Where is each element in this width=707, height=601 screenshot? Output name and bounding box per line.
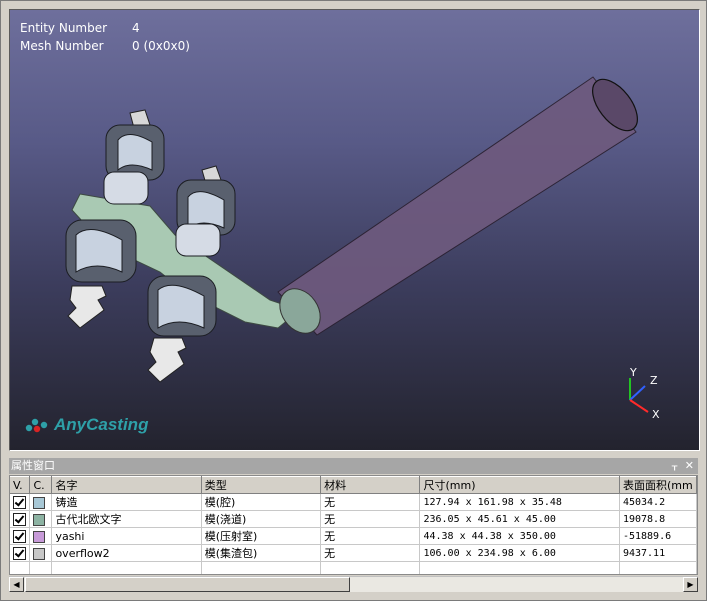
properties-table: V. C. 名字 类型 材料 尺寸(mm) 表面面积(mm 铸造 模(腔) 无 127… (9, 475, 698, 575)
table-row[interactable]: 古代北欧文字 模(浇道) 无 236.05 x 45.61 x 45.00 19078.… (10, 510, 697, 528)
color-swatch[interactable] (29, 493, 53, 511)
col-header-size[interactable]: 尺寸(mm) (419, 476, 620, 494)
row-material: 无 (320, 527, 421, 545)
checkbox-icon[interactable] (13, 512, 26, 526)
row-material: 无 (320, 493, 421, 511)
color-swatch[interactable] (29, 510, 53, 528)
close-icon[interactable]: ✕ (685, 459, 694, 472)
row-area: 19078.8 (619, 510, 697, 528)
col-header-visible[interactable]: V. (10, 476, 31, 494)
empty-cell (29, 561, 53, 574)
cavity-2 (175, 165, 236, 257)
empty-cell (201, 561, 322, 574)
visible-checkbox[interactable] (10, 527, 31, 545)
mesh-number-label: Mesh Number (20, 39, 104, 53)
col-header-material[interactable]: 材料 (320, 476, 421, 494)
color-swatch[interactable] (29, 527, 53, 545)
brand-name: AnyCasting (54, 415, 149, 434)
empty-cell (419, 561, 620, 574)
casting-model-scene[interactable]: Y Z X (10, 10, 699, 450)
axis-gizmo: Y Z X (629, 366, 660, 421)
row-name: yashi (51, 527, 202, 545)
row-name: 古代北欧文字 (51, 510, 202, 528)
empty-row (10, 561, 697, 574)
logo-dots-icon (25, 418, 48, 433)
col-header-type[interactable]: 类型 (201, 476, 322, 494)
sprue-cylinder (277, 76, 637, 336)
row-type: 模(压射室) (201, 527, 322, 545)
empty-cell (619, 561, 697, 574)
3d-viewport[interactable]: Y Z X Entity Number 4 Mesh Number 0 (0x0x0… (9, 9, 700, 451)
row-size: 106.00 x 234.98 x 6.00 (419, 544, 620, 562)
app-window: Y Z X Entity Number 4 Mesh Number 0 (0x0x0… (0, 0, 707, 601)
entity-number-value: 4 (132, 21, 140, 35)
properties-panel: 属性窗口 ᚁ ✕ V. C. 名字 类型 材料 尺寸(mm) 表面面积(mm 铸… (9, 458, 698, 592)
row-size: 44.38 x 44.38 x 350.00 (419, 527, 620, 545)
empty-cell (51, 561, 202, 574)
row-name: 铸造 (51, 493, 202, 511)
mesh-number-row: Mesh Number 0 (0x0x0) (20, 39, 190, 53)
row-type: 模(浇道) (201, 510, 322, 528)
pin-icon[interactable]: ᚁ (672, 459, 677, 472)
row-size: 236.05 x 45.61 x 45.00 (419, 510, 620, 528)
cavity-3 (65, 219, 137, 329)
color-swatch[interactable] (33, 530, 46, 543)
col-header-name[interactable]: 名字 (51, 476, 202, 494)
properties-panel-titlebar: 属性窗口 ᚁ ✕ (9, 458, 698, 474)
empty-cell (10, 561, 31, 574)
cavity-1 (103, 109, 165, 205)
row-area: -51889.6 (619, 527, 697, 545)
scroll-left-icon[interactable]: ◀ (9, 577, 24, 592)
visible-checkbox[interactable] (10, 493, 31, 511)
scroll-right-icon[interactable]: ▶ (683, 577, 698, 592)
checkbox-icon[interactable] (13, 495, 26, 509)
row-type: 模(腔) (201, 493, 322, 511)
axis-z-label: Z (650, 374, 658, 387)
col-header-color[interactable]: C. (29, 476, 53, 494)
row-type: 模(集渣包) (201, 544, 322, 562)
row-size: 127.94 x 161.98 x 35.48 (419, 493, 620, 511)
row-area: 9437.11 (619, 544, 697, 562)
horizontal-scrollbar[interactable]: ◀ ▶ (9, 576, 698, 592)
visible-checkbox[interactable] (10, 510, 31, 528)
panel-title: 属性窗口 (11, 459, 55, 472)
table-row[interactable]: yashi 模(压射室) 无 44.38 x 44.38 x 350.00 -51889… (10, 527, 697, 545)
row-name: overflow2 (51, 544, 202, 562)
row-area: 45034.2 (619, 493, 697, 511)
entity-number-label: Entity Number (20, 21, 108, 35)
axis-x-label: X (652, 408, 660, 421)
row-material: 无 (320, 544, 421, 562)
empty-cell (320, 561, 421, 574)
scrollbar-thumb[interactable] (25, 577, 350, 592)
mesh-number-value: 0 (0x0x0) (132, 39, 190, 53)
axis-y-label: Y (629, 366, 637, 379)
table-row[interactable]: 铸造 模(腔) 无 127.94 x 161.98 x 35.48 45034.2 (10, 493, 697, 511)
table-row[interactable]: overflow2 模(集渣包) 无 106.00 x 234.98 x 6.00 94… (10, 544, 697, 562)
table-header-row: V. C. 名字 类型 材料 尺寸(mm) 表面面积(mm (10, 476, 697, 494)
visible-checkbox[interactable] (10, 544, 31, 562)
entity-number-row: Entity Number 4 (20, 21, 140, 35)
col-header-area[interactable]: 表面面积(mm (619, 476, 697, 494)
cavity-4 (147, 275, 217, 383)
row-material: 无 (320, 510, 421, 528)
color-swatch[interactable] (33, 513, 46, 526)
checkbox-icon[interactable] (13, 546, 26, 560)
color-swatch[interactable] (33, 496, 46, 509)
anycasting-logo: AnyCasting (24, 415, 148, 435)
color-swatch[interactable] (33, 547, 46, 560)
color-swatch[interactable] (29, 544, 53, 562)
checkbox-icon[interactable] (13, 529, 26, 543)
